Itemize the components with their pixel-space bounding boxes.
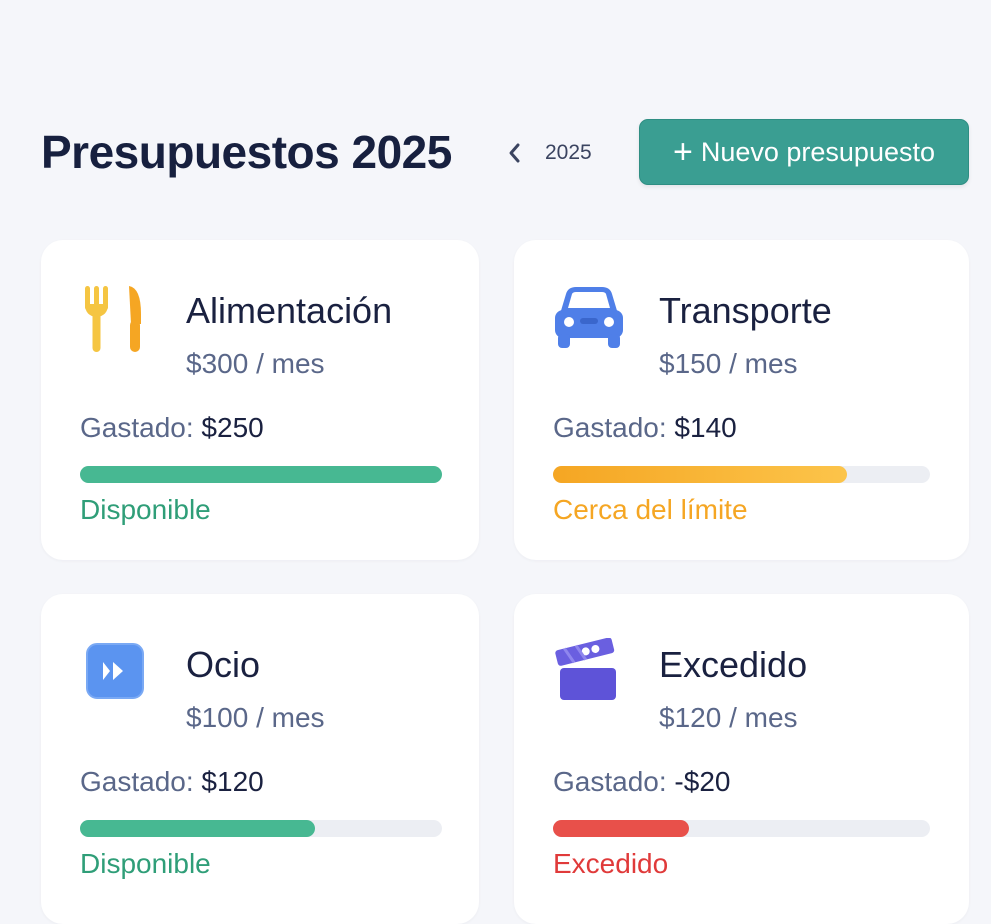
plus-icon: + — [672, 133, 693, 171]
budget-card-alimentacion[interactable]: Alimentación $300 / mes Gastado: $250 Di… — [41, 240, 479, 560]
spent-row: Gastado: -$20 — [553, 766, 730, 798]
spent-label: Gastado: — [80, 412, 194, 443]
progress-fill — [553, 466, 848, 483]
progress-fill — [80, 466, 442, 483]
previous-year-button[interactable] — [504, 137, 526, 169]
status-label: Disponible — [80, 848, 211, 879]
budget-amount: $150 / mes — [659, 348, 798, 379]
spent-value: -$20 — [674, 766, 731, 797]
budget-name: Excedido — [659, 644, 808, 685]
fork-knife-icon — [79, 284, 159, 364]
header: Presupuestos 2025 2025 + Nuevo presupues… — [0, 119, 991, 186]
budget-name: Transporte — [659, 290, 832, 331]
spent-value: $120 — [201, 766, 264, 797]
spent-value: $140 — [674, 412, 737, 443]
spent-row: Gastado: $250 — [80, 412, 264, 444]
play-icon — [79, 638, 159, 718]
progress-bar — [553, 466, 930, 483]
spent-label: Gastado: — [553, 412, 667, 443]
progress-bar — [80, 820, 442, 837]
budget-card-transporte[interactable]: Transporte $150 / mes Gastado: $140 Cerc… — [514, 240, 969, 560]
progress-bar — [80, 466, 442, 483]
clapperboard-icon — [552, 638, 632, 718]
budget-amount: $100 / mes — [186, 702, 325, 733]
year-label: 2025 — [545, 141, 592, 164]
car-icon — [552, 284, 632, 364]
status-label: Excedido — [553, 848, 669, 879]
new-budget-button[interactable]: + Nuevo presupuesto — [639, 119, 969, 185]
progress-bar — [553, 820, 930, 837]
spent-label: Gastado: — [553, 766, 667, 797]
budget-card-ocio[interactable]: Ocio $100 / mes Gastado: $120 Disponible — [41, 594, 479, 924]
budget-name: Alimentación — [186, 290, 393, 331]
budget-amount: $300 / mes — [186, 348, 325, 379]
progress-fill — [80, 820, 316, 837]
status-label: Disponible — [80, 494, 211, 525]
progress-fill — [553, 820, 689, 837]
chevron-left-icon — [509, 143, 520, 163]
budget-amount: $120 / mes — [659, 702, 798, 733]
spent-row: Gastado: $120 — [80, 766, 264, 798]
budget-name: Ocio — [186, 644, 261, 685]
status-label: Cerca del límite — [553, 494, 748, 525]
spent-value: $250 — [201, 412, 264, 443]
spent-label: Gastado: — [80, 766, 194, 797]
page-title: Presupuestos 2025 — [41, 126, 452, 178]
budget-card-excedido[interactable]: Excedido $120 / mes Gastado: -$20 Excedi… — [514, 594, 969, 924]
year-selector: 2025 — [504, 137, 592, 169]
new-budget-button-label: Nuevo presupuesto — [700, 136, 935, 167]
spent-row: Gastado: $140 — [553, 412, 737, 444]
